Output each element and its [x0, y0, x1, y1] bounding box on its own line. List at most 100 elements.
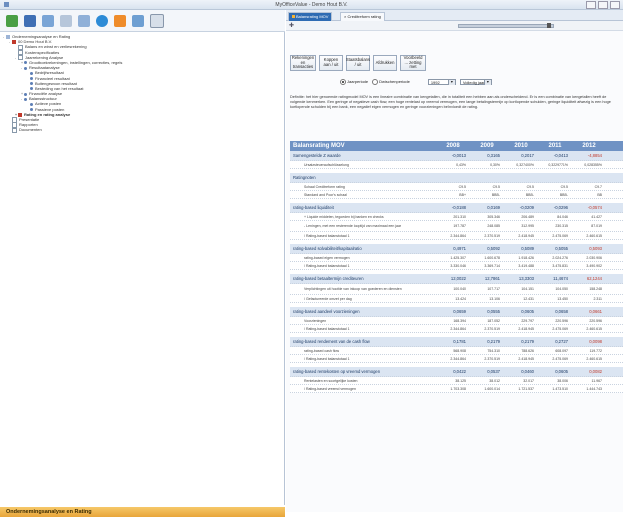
- table-cell: 248.085: [487, 224, 500, 228]
- table-cell: 38.012: [489, 378, 500, 383]
- table-row[interactable]: / Gefactureerde omzet per dag 13.424 13.10…: [290, 295, 623, 303]
- table-cell: 0,3165: [487, 153, 500, 158]
- year-select[interactable]: 1992 ▼: [427, 79, 456, 85]
- table-cell: 0,5055: [555, 246, 568, 251]
- pin-icon[interactable]: ✚: [289, 22, 294, 29]
- table-cell: 3.330.046: [450, 263, 466, 268]
- report-button[interactable]: Rekeningen en transacties: [290, 55, 316, 71]
- table-cell: 13.424: [455, 296, 466, 301]
- table-row[interactable]: rating-based cash flow 568.908 754.310 788.…: [290, 347, 623, 355]
- dot-icon: [24, 92, 27, 96]
- table-cell: 2.418.945: [518, 356, 534, 361]
- rating-table: Balansrating MOV 2008 2009 2010 2011 201…: [290, 141, 623, 393]
- table-cell: 230.315: [555, 224, 568, 228]
- row-label: / Gefactureerde omzet per dag: [304, 296, 352, 301]
- table-row[interactable]: Ursatzsteueraufschlüsselung 0,43% 0,30% 0,3…: [290, 161, 623, 169]
- table-cell: 206.489: [521, 214, 534, 219]
- model-description: Definitie: het hier genoemde ratingmodel…: [290, 95, 611, 109]
- table-cell: 197.787: [453, 224, 466, 228]
- table-row[interactable]: Rentelasten en soortgelijke kosten 38.125…: [290, 377, 623, 385]
- table-cell: C9.5: [526, 184, 534, 189]
- table-section-row[interactable]: Ratingnoten: [290, 173, 623, 183]
- table-cell: 1.425.307: [450, 255, 466, 260]
- help-icon[interactable]: [96, 14, 108, 27]
- report-button[interactable]: Afdrukken: [373, 55, 397, 71]
- row-label: / Rating-based balanstotaal 1: [304, 263, 350, 268]
- table-cell: BB+: [459, 192, 466, 197]
- export-icon[interactable]: [132, 14, 144, 27]
- zoom-slider[interactable]: [458, 23, 554, 28]
- table-row[interactable]: Schaal Creditreform rating C9.5 C9.5 C9.5 C9…: [290, 183, 623, 191]
- table-cell: BBB-: [559, 192, 568, 197]
- table-row[interactable]: / Rating-based balanstotaal 1 3.330.046 3.…: [290, 262, 623, 270]
- radio-jaarperiode[interactable]: Jaarperiode: [340, 79, 368, 85]
- table-section-row[interactable]: rating-based aandeel voorzieningen 0,0659…: [290, 307, 623, 317]
- print-icon[interactable]: [150, 13, 164, 28]
- import-icon[interactable]: [114, 14, 126, 27]
- row-label: rating-based liquiditeit: [293, 205, 334, 210]
- table-row[interactable]: / Rating-based balanstotaal 1 2.344.864 2.…: [290, 232, 623, 240]
- row-label: rating-based rendement van de cash flow: [293, 339, 370, 344]
- edit-icon[interactable]: [42, 14, 54, 27]
- table-cell: 104.151: [521, 287, 534, 291]
- table-cell: 38.125: [455, 378, 466, 383]
- table-cell: 84.046: [557, 214, 568, 219]
- table-cell: 220.596: [555, 318, 568, 323]
- table-section-row[interactable]: rating-based liquiditeit -0,0188 0,0169 -0,…: [290, 203, 623, 213]
- table-cell: 13.450: [557, 296, 568, 301]
- table-section-row[interactable]: rating-based solvabiliteit/kapitaalratio…: [290, 244, 623, 254]
- report-button[interactable]: Staatsbalans / uit: [346, 55, 370, 71]
- report-button[interactable]: Voorbeeld ... zetting met: [400, 55, 426, 71]
- tab-creditreform-rating[interactable]: × Creditreform rating: [340, 12, 385, 21]
- dot-icon: [30, 76, 33, 80]
- minimize-button[interactable]: [586, 1, 596, 9]
- close-tab-icon[interactable]: ×: [344, 14, 346, 19]
- table-row[interactable]: Voorzieningen 168.394 187.052 229.797 220.59…: [290, 317, 623, 325]
- table-row[interactable]: + Liquide middelen, tegoeden bij banken …: [290, 213, 623, 221]
- table-cell: 107.717: [487, 287, 500, 291]
- table-section-row[interactable]: rating-based rendement van de cash flow 0…: [290, 337, 623, 347]
- period-select[interactable]: Volledig jaar ▼: [459, 79, 492, 85]
- table-cell: BBB-: [525, 192, 534, 197]
- table-cell: 788.626: [521, 348, 534, 353]
- chevron-down-icon: ▼: [483, 80, 491, 85]
- table-cell: -0,0188: [451, 205, 466, 210]
- maximize-button[interactable]: [598, 1, 608, 9]
- radio-tussenperiode[interactable]: Dwischenperiode: [372, 79, 410, 85]
- table-cell: C9.7: [594, 184, 602, 189]
- tab-balansrating-mov[interactable]: Balansrating MOV: [288, 12, 333, 21]
- table-row[interactable]: - Leningen, met een resterende looptijd …: [290, 221, 623, 232]
- table-row[interactable]: / Rating-based balanstotaal 1 2.344.864 2.…: [290, 355, 623, 363]
- tree-node[interactable]: Documenten: [0, 127, 284, 134]
- document-tabs: Balansrating MOV × Creditreform rating: [286, 10, 623, 21]
- undo-icon[interactable]: [78, 14, 90, 27]
- table-row[interactable]: Standard and Poor's schaal BB+ BBB- BBB- BBB…: [290, 191, 623, 199]
- close-button[interactable]: [610, 1, 620, 9]
- table-cell: 3.419.488: [518, 263, 534, 268]
- pen-icon[interactable]: [60, 14, 72, 27]
- table-section-row[interactable]: Samengestelde Z waarde -0,0013 0,3165 0,201…: [290, 151, 623, 161]
- table-cell: 104.050: [555, 287, 568, 291]
- table-cell: 0,327400%: [516, 162, 534, 167]
- table-row[interactable]: rating-based eigen vermogen 1.425.307 1.60…: [290, 254, 623, 262]
- table-cell: 0,0422: [453, 369, 466, 374]
- table-section-row[interactable]: rating-based betaaltermijn crediteuren 12…: [290, 274, 623, 284]
- zoom-slider-knob[interactable]: [547, 23, 551, 28]
- table-cell: -0,0413: [553, 153, 568, 158]
- tree-node-label: Documenten: [19, 127, 42, 133]
- table-cell: 0,0460: [521, 369, 534, 374]
- table-section-row[interactable]: rating-based rentekosten op vreemd vermo…: [290, 367, 623, 377]
- save-icon[interactable]: [24, 14, 36, 27]
- report-workspace: Rekeningen en transacties Koppen aan / ui…: [286, 31, 623, 512]
- table-row[interactable]: / Rating-based balanstotaal 1 2.344.864 2.…: [290, 325, 623, 333]
- table-row[interactable]: / Rating-based vreemd vermogen 1.703.308 1…: [290, 385, 623, 393]
- report-button[interactable]: Koppen aan / uit: [319, 55, 343, 71]
- table-cell: 1.918.426: [518, 255, 534, 260]
- table-cell: 2.475.069: [552, 356, 568, 361]
- tab-icon: [292, 15, 295, 19]
- table-cell: 13.106: [489, 296, 500, 301]
- row-label: Ursatzsteueraufschlüsselung: [304, 162, 349, 167]
- table-row[interactable]: Verplichtingen uit hoofde van inkoop van…: [290, 284, 623, 295]
- new-icon[interactable]: [6, 14, 18, 27]
- table-cell: 0,0605: [521, 309, 534, 314]
